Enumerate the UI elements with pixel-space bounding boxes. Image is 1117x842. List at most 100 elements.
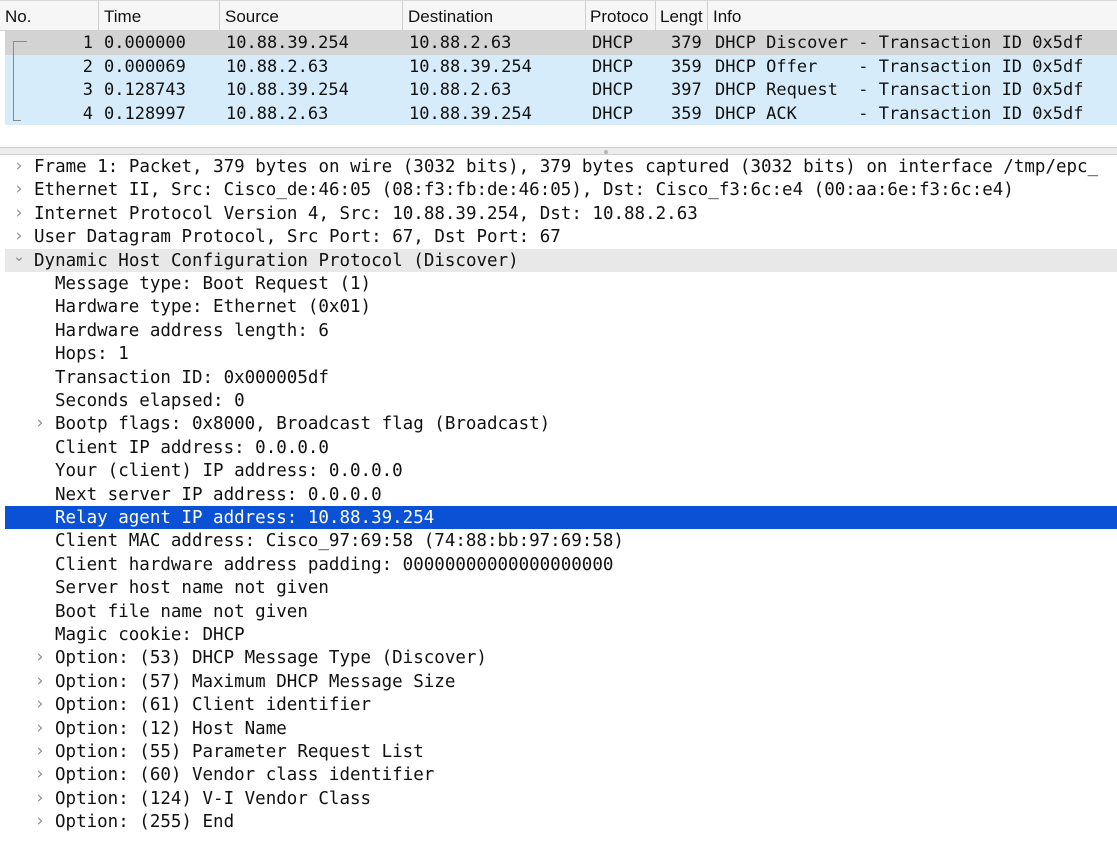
tree-field[interactable]: Relay agent IP address: 10.88.39.254 [5,506,1117,530]
pane-splitter[interactable] [0,147,1117,155]
tree-section[interactable]: › Frame 1: Packet, 379 bytes on wire (303… [5,155,1117,178]
tree-item-label: User Datagram Protocol, Src Port: 67, Ds… [34,227,561,248]
tree-field[interactable]: Your (client) IP address: 0.0.0.0 [5,459,1117,482]
tree-item-label: Frame 1: Packet, 379 bytes on wire (3032… [34,157,1099,177]
tree-section[interactable]: ⌄ Dynamic Host Configuration Protocol (Di… [5,248,1117,272]
tree-item-label: Option: (57) Maximum DHCP Message Size [55,671,456,692]
tree-field[interactable]: Client MAC address: Cisco_97:69:58 (74:8… [5,529,1117,552]
cell-length: 359 [671,103,702,124]
tree-item-label: Hops: 1 [55,344,129,365]
tree-field[interactable]: Hardware address length: 6 [5,319,1117,342]
cell-destination: 10.88.39.254 [409,56,532,77]
column-header-protocol[interactable]: Protoco [586,1,656,32]
tree-field[interactable]: › Option: (57) Maximum DHCP Message Size [5,670,1117,693]
chevron-right-icon[interactable]: › [33,670,47,692]
cell-time: 0.128997 [104,103,186,124]
chevron-right-icon[interactable]: › [33,646,47,668]
tree-field[interactable]: › Option: (53) DHCP Message Type (Discove… [5,646,1117,669]
cell-length: 359 [671,56,702,77]
column-header-length[interactable]: Lengt [656,1,708,32]
tree-field[interactable]: › Option: (60) Vendor class identifier [5,763,1117,786]
tree-field[interactable]: › Option: (12) Host Name [5,717,1117,740]
tree-item-label: Option: (61) Client identifier [55,695,372,716]
tree-field[interactable]: › Option: (55) Parameter Request List [5,740,1117,763]
column-header-time[interactable]: Time [99,1,220,32]
chevron-right-icon[interactable]: › [12,155,26,177]
column-header-destination[interactable]: Destination [403,1,586,32]
chevron-right-icon[interactable]: › [12,178,26,200]
tree-item-label: Option: (12) Host Name [55,718,287,739]
chevron-right-icon[interactable]: › [33,717,47,739]
chevron-down-icon[interactable]: ⌄ [12,248,26,263]
cell-protocol: DHCP [592,103,633,124]
tree-field[interactable]: Hops: 1 [5,342,1117,365]
tree-item-label: Option: (55) Parameter Request List [55,742,424,762]
tree-item-label: Option: (53) DHCP Message Type (Discover… [55,648,487,669]
conversation-bracket [13,41,29,121]
column-header-source[interactable]: Source [220,1,403,32]
chevron-right-icon[interactable]: › [33,412,47,434]
tree-field[interactable]: › Option: (124) V-I Vendor Class [5,787,1117,810]
tree-field[interactable]: Client IP address: 0.0.0.0 [5,436,1117,459]
tree-field[interactable]: Message type: Boot Request (1) [5,272,1117,295]
tree-item-label: Option: (124) V-I Vendor Class [55,788,372,809]
cell-destination: 10.88.2.63 [409,80,512,100]
tree-field[interactable]: › Option: (61) Client identifier [5,693,1117,716]
tree-field[interactable]: Next server IP address: 0.0.0.0 [5,483,1117,506]
tree-field[interactable]: Seconds elapsed: 0 [5,389,1117,412]
tree-item-label: Magic cookie: DHCP [55,625,245,645]
cell-info: DHCP Request - Transaction ID 0x5df [715,80,1084,100]
cell-time: 0.128743 [104,80,186,100]
tree-field[interactable]: Server host name not given [5,576,1117,599]
splitter-handle[interactable] [604,150,608,154]
tree-field[interactable]: Hardware type: Ethernet (0x01) [5,295,1117,318]
chevron-right-icon[interactable]: › [12,225,26,247]
tree-item-label: Hardware address length: 6 [55,320,329,341]
cell-source: 10.88.2.63 [226,103,329,124]
tree-item-label: Next server IP address: 0.0.0.0 [55,484,382,505]
packet-row[interactable]: 4 0.128997 10.88.2.63 10.88.39.254 DHCP 359 DH… [5,101,1117,125]
chevron-right-icon[interactable]: › [33,763,47,785]
packet-row[interactable]: 2 0.000069 10.88.2.63 10.88.39.254 DHCP 359 DH… [5,54,1117,78]
cell-protocol: DHCP [592,56,633,77]
packet-row[interactable]: 1 0.000000 10.88.39.254 10.88.2.63 DHCP 379 DH… [5,31,1117,55]
cell-protocol: DHCP [592,33,633,53]
conversation-bracket-end [13,120,21,121]
chevron-right-icon[interactable]: › [12,202,26,224]
tree-item-label: Ethernet II, Src: Cisco_de:46:05 (08:f3:… [34,180,1014,201]
chevron-right-icon[interactable]: › [33,810,47,832]
tree-field[interactable]: Boot file name not given [5,600,1117,623]
tree-item-label: Dynamic Host Configuration Protocol (Dis… [34,250,519,271]
tree-field[interactable]: Magic cookie: DHCP [5,623,1117,646]
tree-item-label: Option: (255) End [55,812,235,833]
tree-section[interactable]: › Ethernet II, Src: Cisco_de:46:05 (08:f3… [5,178,1117,201]
cell-time: 0.000000 [104,33,186,53]
tree-field[interactable]: Client hardware address padding: 0000000… [5,553,1117,576]
cell-source: 10.88.2.63 [226,56,329,77]
packet-row[interactable]: 3 0.128743 10.88.39.254 10.88.2.63 DHCP 397 DH… [5,78,1117,102]
tree-section[interactable]: › User Datagram Protocol, Src Port: 67, D… [5,225,1117,248]
tree-field[interactable]: Transaction ID: 0x000005df [5,366,1117,389]
tree-item-label: Your (client) IP address: 0.0.0.0 [55,461,403,482]
cell-source: 10.88.39.254 [226,80,349,100]
cell-source: 10.88.39.254 [226,33,349,53]
cell-destination: 10.88.2.63 [409,33,512,53]
column-header-info[interactable]: Info [708,1,1117,32]
cell-destination: 10.88.39.254 [409,103,532,124]
packet-details-tree: › Frame 1: Packet, 379 bytes on wire (303… [0,155,1117,842]
column-header-no[interactable]: No. [0,1,99,32]
chevron-right-icon[interactable]: › [33,693,47,715]
chevron-right-icon[interactable]: › [33,740,47,762]
cell-length: 397 [671,80,702,100]
tree-field[interactable]: › Option: (255) End [5,810,1117,833]
conversation-bracket-start [13,41,27,42]
tree-item-label: Client hardware address padding: 0000000… [55,554,614,575]
chevron-right-icon[interactable]: › [33,787,47,809]
tree-field[interactable]: › Bootp flags: 0x8000, Broadcast flag (Br… [5,412,1117,435]
packet-list: No. Time Source Destination Protoco Leng… [0,0,1117,147]
packet-list-header: No. Time Source Destination Protoco Leng… [0,0,1117,32]
tree-item-label: Seconds elapsed: 0 [55,391,245,411]
cell-info: DHCP Discover - Transaction ID 0x5df [715,33,1084,53]
tree-section[interactable]: › Internet Protocol Version 4, Src: 10.88… [5,202,1117,225]
tree-item-label: Relay agent IP address: 10.88.39.254 [55,508,435,528]
